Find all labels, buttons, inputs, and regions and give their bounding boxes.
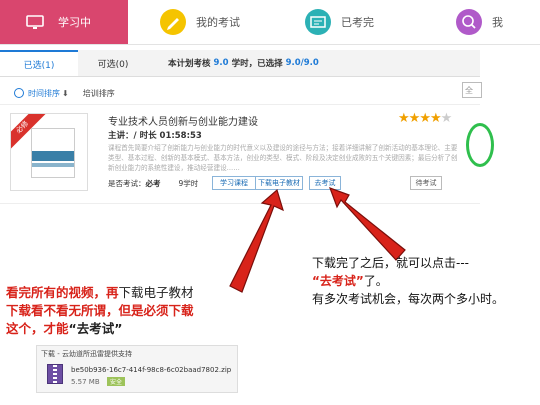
exam-value: 必考: [145, 179, 161, 188]
top-nav: 学习中 我的考试 已考完 我: [0, 0, 540, 45]
clock-icon: [14, 88, 24, 98]
download-filename[interactable]: be50b936-16c7-414f-98c8-6c02baad7802.zip: [71, 366, 231, 374]
learn-course-button[interactable]: 学习课程: [212, 176, 256, 190]
course-cover[interactable]: 必修: [10, 113, 88, 191]
star-icon: ★: [429, 111, 442, 126]
star-icon: ★: [398, 111, 410, 126]
star-icon: ★: [408, 111, 421, 126]
plan-mid: 学时，已选择: [231, 59, 283, 69]
tab-label: 我: [492, 16, 503, 29]
sort-arrow-icon: ⬇: [62, 88, 69, 98]
annotation-line: 下载看不看无所谓，但是必须下载: [6, 303, 194, 318]
annotation-line: 这个，才能“去考试”: [6, 321, 123, 336]
rating-stars: ★★★★★: [398, 111, 453, 126]
tab-finished[interactable]: 已考完: [305, 0, 374, 44]
plan-prefix: 本计划考核: [168, 59, 211, 69]
exam-status-badge: 待考试: [410, 176, 442, 190]
plan-summary: 本计划考核 9.0 学时，已选择 9.0/9.0: [168, 50, 322, 76]
sort-by-time[interactable]: 时间排序: [28, 88, 60, 99]
sort-by-category[interactable]: 培训排序: [83, 88, 115, 99]
tab-learning[interactable]: 学习中: [0, 0, 128, 44]
download-panel: 下载 - 云幼道所迅雷提供支持 be50b936-16c7-414f-98c8-…: [36, 345, 238, 393]
tab-selected-courses[interactable]: 已选(1): [0, 50, 78, 76]
search-icon: [456, 9, 482, 35]
zip-file-icon: [47, 364, 63, 384]
book-cover-image: [31, 128, 75, 178]
course-hours: 9学时: [178, 179, 199, 188]
tab-label: 已考完: [341, 16, 374, 29]
course-description: 课程首先简要介绍了创新能力与创业能力的时代意义以及建设的途径与方法；接着详细讲解…: [108, 144, 458, 172]
star-icon: ★: [419, 111, 431, 126]
tab-optional-courses[interactable]: 可选(0): [78, 50, 148, 76]
annotation-line: “去考试”了。: [312, 274, 388, 288]
download-textbook-button[interactable]: 下载电子教材: [255, 176, 303, 190]
download-header: 下载 - 云幼道所迅雷提供支持: [41, 350, 132, 358]
monitor-icon: [22, 9, 48, 35]
tab-mine[interactable]: 我: [456, 0, 503, 44]
annotation-line: 看完所有的视频，再下载电子教材: [6, 285, 194, 300]
progress-ring: [466, 123, 494, 167]
exam-label: 是否考试：: [108, 179, 146, 188]
arrow-to-download: [229, 188, 284, 293]
search-input[interactable]: 全: [462, 82, 482, 98]
sub-tab-bar: 已选(1) 可选(0) 本计划考核 9.0 学时，已选择 9.0/9.0: [0, 50, 480, 77]
safe-badge: 安全: [107, 377, 126, 386]
annotation-right: 下载完了之后，就可以点击--- “去考试”了。 有多次考试机会，每次两个多小时。: [312, 254, 504, 308]
tab-label: 学习中: [58, 16, 91, 29]
pencil-icon: [160, 9, 186, 35]
sort-bar: 时间排序 ⬇ 培训排序: [14, 86, 115, 100]
annotation-left: 看完所有的视频，再下载电子教材 下载看不看无所谓，但是必须下载 这个，才能“去考…: [6, 284, 194, 338]
certificate-icon: [305, 9, 331, 35]
take-exam-button[interactable]: 去考试: [309, 176, 341, 190]
plan-chosen-hours: 9.0/9.0: [285, 58, 319, 68]
annotation-line: 有多次考试机会，每次两个多小时。: [312, 292, 505, 306]
tab-label: 我的考试: [196, 16, 240, 29]
course-title[interactable]: 专业技术人员创新与创业能力建设: [108, 113, 258, 128]
course-exam-row: 是否考试： 必考 9学时: [108, 178, 198, 189]
star-empty-icon: ★: [440, 111, 453, 126]
annotation-line: 下载完了之后，就可以点击---: [312, 256, 469, 270]
download-size: 5.57 MB: [71, 378, 100, 386]
plan-required-hours: 9.0: [213, 58, 229, 68]
tab-my-exams[interactable]: 我的考试: [160, 0, 240, 44]
course-meta: 主讲：/ 时长 01:58:53: [108, 131, 202, 141]
